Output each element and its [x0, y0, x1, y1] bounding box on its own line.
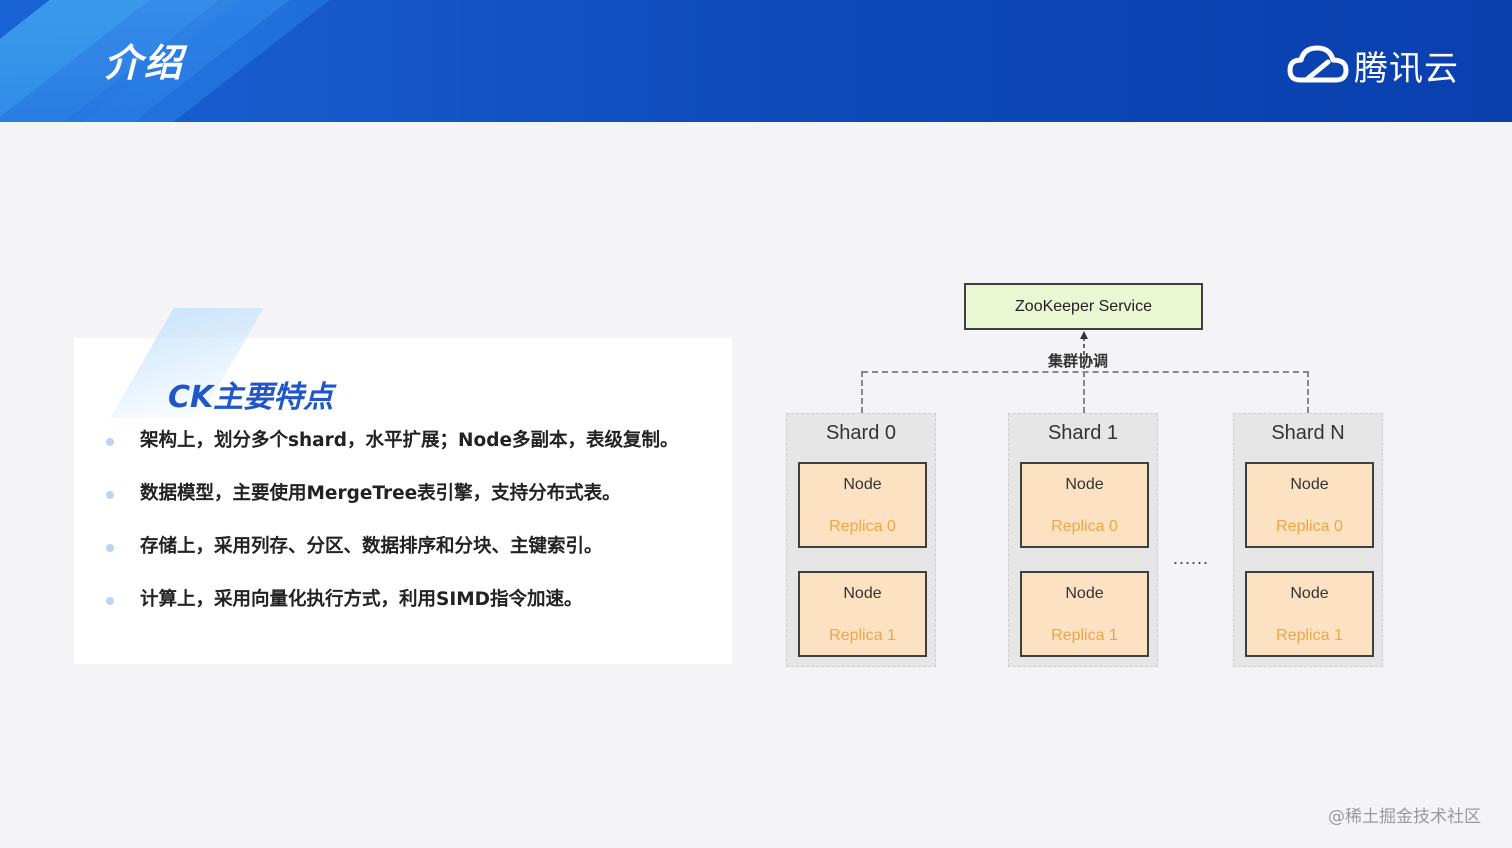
- replica-label: Replica 0: [1276, 518, 1343, 535]
- bullet-dot-icon: [106, 491, 114, 499]
- connector-shard0: [861, 371, 863, 413]
- shard-title: Shard 0: [825, 422, 897, 444]
- bullet-dot-icon: [106, 544, 114, 552]
- ellipsis: ......: [1173, 548, 1210, 568]
- connector-shard1: [1083, 371, 1085, 413]
- watermark: @稀土掘金技术社区: [1328, 807, 1481, 827]
- node-label: Node: [1290, 476, 1329, 493]
- tencent-cloud-logo: 腾讯云: [1286, 40, 1459, 90]
- shard-1: Shard 1 Node Replica 0 Node Replica 1: [1008, 413, 1158, 667]
- node-box: Node Replica 0: [1020, 462, 1149, 548]
- zookeeper-service-box: ZooKeeper Service: [964, 283, 1203, 330]
- node-label: Node: [1065, 585, 1104, 602]
- node-box: Node Replica 0: [1245, 462, 1374, 548]
- logo-text: 腾讯云: [1354, 48, 1459, 89]
- shard-n: Shard N Node Replica 0 Node Replica 1: [1233, 413, 1383, 667]
- replica-label: Replica 1: [1276, 627, 1343, 644]
- slide-title: 介绍: [104, 41, 185, 85]
- slide-header: 介绍 腾讯云: [0, 0, 1512, 122]
- list-item: 计算上，采用向量化执行方式，利用SIMD指令加速。: [104, 583, 744, 636]
- bullet-dot-icon: [106, 597, 114, 605]
- replica-label: Replica 1: [1051, 627, 1118, 644]
- node-label: Node: [1065, 476, 1104, 493]
- node-box: Node Replica 1: [1245, 571, 1374, 657]
- bullet-dot-icon: [106, 438, 114, 446]
- coordination-label: 集群协调: [1048, 352, 1109, 370]
- node-label: Node: [1290, 585, 1329, 602]
- node-label: Node: [843, 585, 882, 602]
- features-list: 架构上，划分多个shard，水平扩展；Node多副本，表级复制。 数据模型，主要…: [104, 424, 744, 636]
- cloud-icon: [1287, 45, 1349, 83]
- list-item: 存储上，采用列存、分区、数据排序和分块、主键索引。: [104, 530, 744, 583]
- shard-title: Shard 1: [1047, 422, 1119, 444]
- shard-title: Shard N: [1271, 422, 1345, 444]
- features-title: CK主要特点: [168, 380, 334, 415]
- replica-label: Replica 0: [829, 518, 896, 535]
- replica-label: Replica 0: [1051, 518, 1118, 535]
- shard-0: Shard 0 Node Replica 0 Node Replica 1: [786, 413, 936, 667]
- list-item: 架构上，划分多个shard，水平扩展；Node多副本，表级复制。: [104, 424, 744, 477]
- connector-horizontal: [862, 371, 1309, 373]
- node-box: Node Replica 1: [1020, 571, 1149, 657]
- replica-label: Replica 1: [829, 627, 896, 644]
- node-label: Node: [843, 476, 882, 493]
- list-item: 数据模型，主要使用MergeTree表引擎，支持分布式表。: [104, 477, 744, 530]
- node-box: Node Replica 0: [798, 462, 927, 548]
- connector-shardN: [1307, 371, 1309, 413]
- node-box: Node Replica 1: [798, 571, 927, 657]
